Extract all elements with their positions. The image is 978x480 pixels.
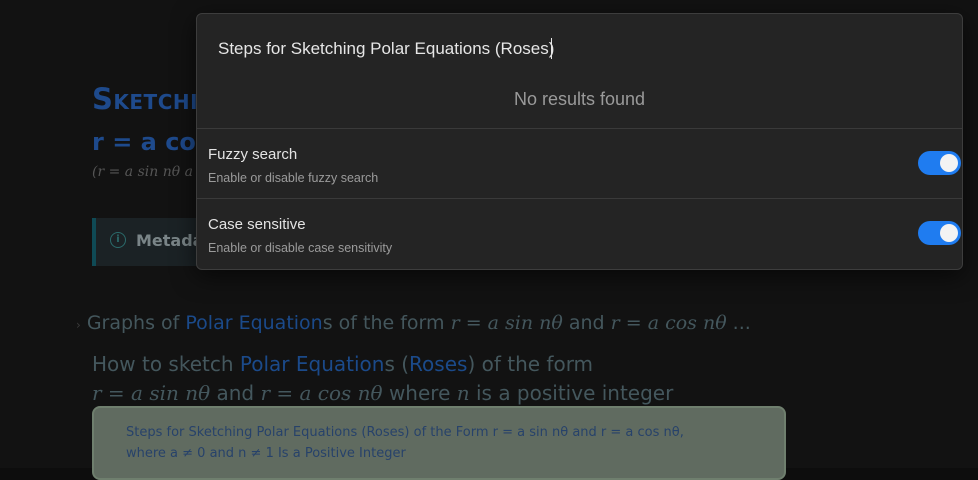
no-results-message: No results found (513, 89, 646, 109)
setting-name: Fuzzy search (208, 146, 298, 163)
setting-description: Enable or disable fuzzy search (208, 171, 379, 185)
setting-name: Case sensitive (208, 216, 306, 233)
search-modal: No results found Fuzzy search Enable or … (196, 13, 963, 270)
divider (197, 198, 962, 199)
divider (197, 128, 962, 129)
text-caret (551, 38, 552, 59)
case-sensitive-toggle[interactable] (918, 221, 961, 245)
fuzzy-search-toggle[interactable] (918, 151, 961, 175)
setting-description: Enable or disable case sensitivity (208, 241, 393, 255)
toggle-knob (940, 224, 958, 242)
toggle-knob (940, 154, 958, 172)
search-input[interactable] (218, 36, 918, 62)
